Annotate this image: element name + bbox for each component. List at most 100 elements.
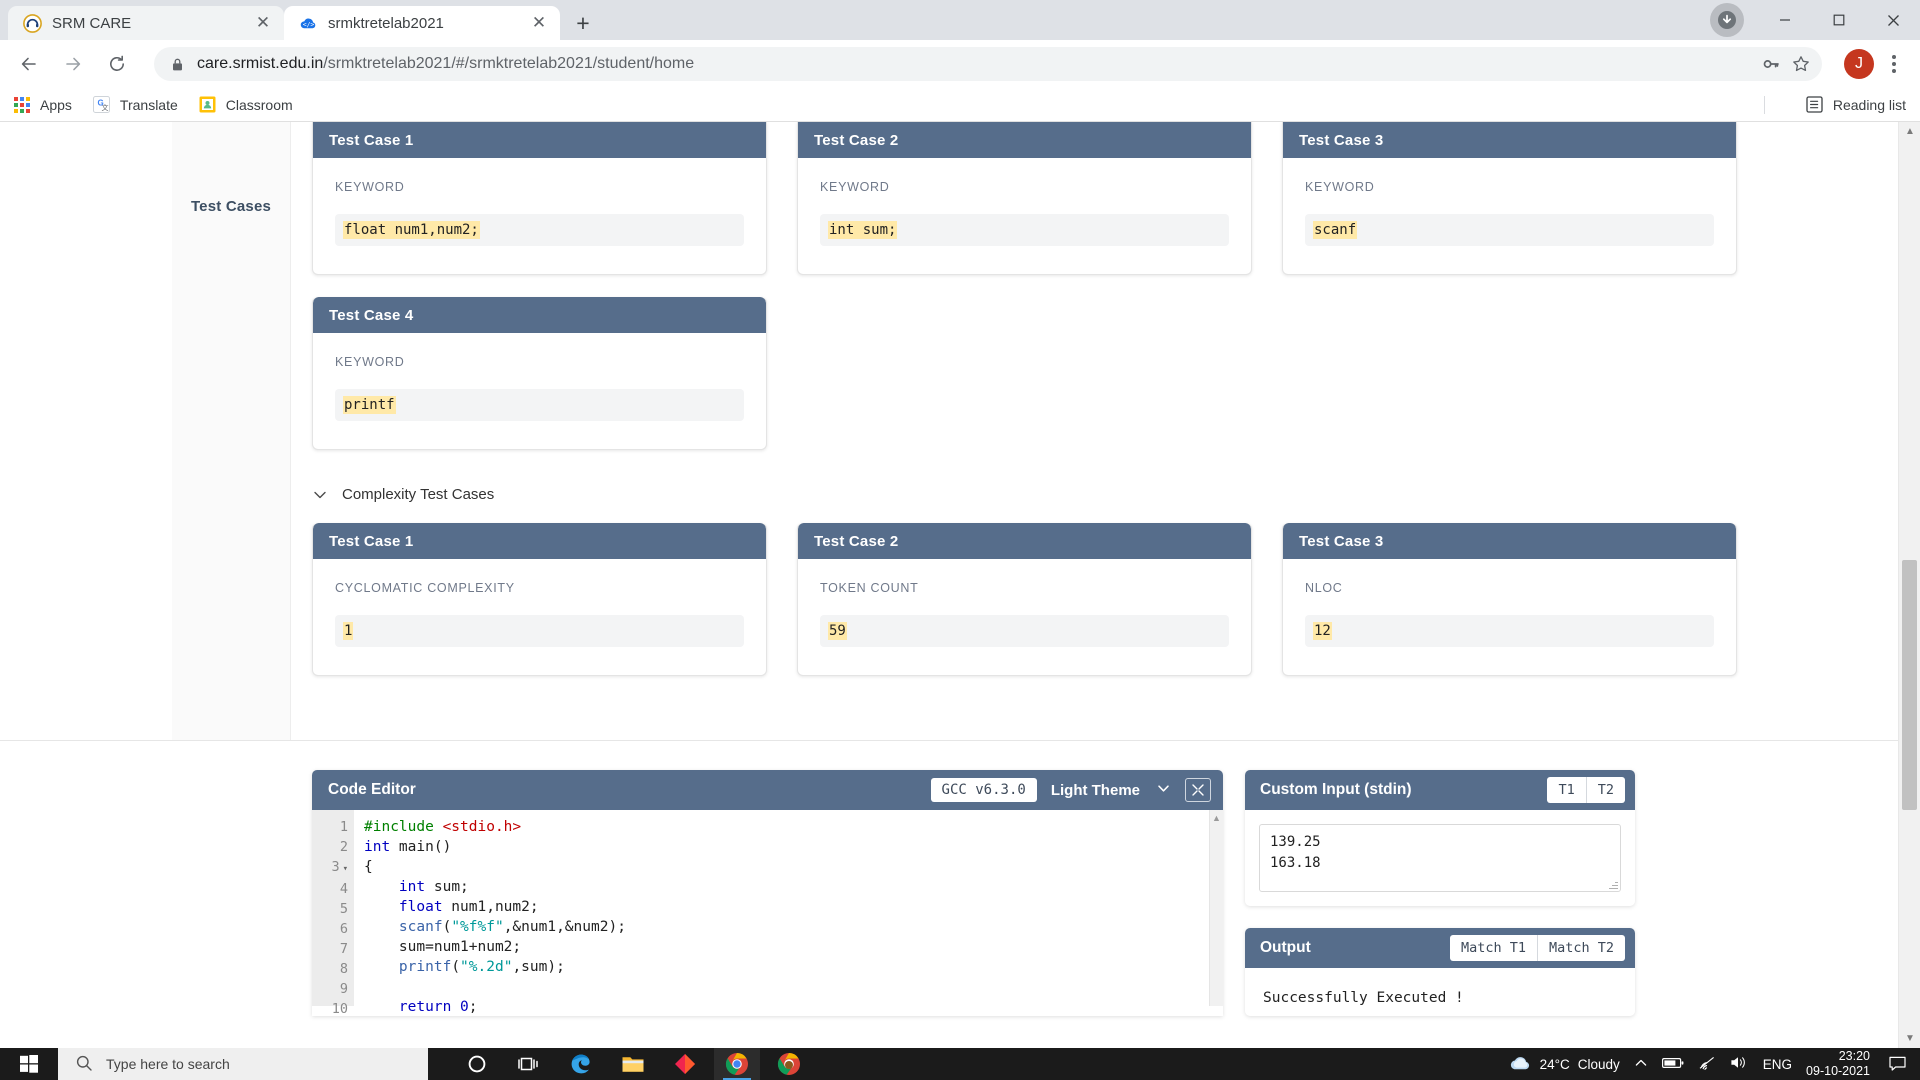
right-column: Custom Input (stdin) T1 T2 139.25 163.18 (1245, 770, 1635, 1016)
start-button-icon[interactable] (0, 1048, 58, 1080)
reload-icon[interactable] (100, 47, 134, 81)
browser-tab-srmktretelab2021[interactable]: </> srmktretelab2021 ✕ (284, 6, 560, 40)
keyword-test-case-row-2: Test Case 4 KEYWORD printf (290, 297, 1898, 450)
chrome-beta-icon[interactable] (766, 1048, 812, 1080)
page-content: Test Cases Test Case 1 KEYWORD float num… (0, 122, 1920, 1048)
notifications-icon[interactable] (1884, 1048, 1910, 1080)
tab-t1[interactable]: T1 (1547, 777, 1587, 803)
card-value: printf (343, 396, 396, 414)
keyword-test-case-card: Test Case 3 KEYWORD scanf (1282, 122, 1737, 275)
code-editor-body[interactable]: 123▾4567891011 #include <stdio.h> int ma… (312, 810, 1223, 1016)
scroll-down-icon[interactable]: ▼ (1905, 1033, 1915, 1044)
avatar[interactable]: J (1844, 49, 1874, 79)
chrome-menu-icon[interactable] (1880, 48, 1908, 80)
complexity-section-toggle[interactable]: Complexity Test Cases (290, 450, 1898, 523)
page-scrollbar[interactable]: ▲ ▼ (1898, 122, 1920, 1048)
address-bar[interactable]: care.srmist.edu.in/srmktretelab2021/#/sr… (154, 47, 1822, 81)
output-text: Successfully Executed ! (1263, 990, 1464, 1006)
match-t1-button[interactable]: Match T1 (1450, 935, 1538, 961)
browser-tab-srm-care[interactable]: SRM CARE ✕ (8, 6, 284, 40)
edge-icon[interactable] (558, 1048, 604, 1080)
card-sublabel: KEYWORD (335, 355, 405, 369)
diamond-app-icon[interactable] (662, 1048, 708, 1080)
cards-area: Test Case 1 KEYWORD float num1,num2; Tes… (290, 122, 1898, 676)
card-value: 59 (828, 622, 847, 640)
stdin-line-1: 139.25 (1270, 834, 1321, 850)
search-icon (76, 1055, 92, 1074)
scroll-up-icon[interactable]: ▲ (1905, 126, 1915, 137)
back-icon[interactable] (12, 47, 46, 81)
show-hidden-icons[interactable] (1634, 1056, 1648, 1073)
forward-icon[interactable] (56, 47, 90, 81)
editor-section: Code Editor GCC v6.3.0 Light Theme 1 2 3… (290, 770, 1898, 1016)
maximize-button[interactable] (1812, 0, 1866, 40)
custom-input-panel: Custom Input (stdin) T1 T2 139.25 163.18 (1245, 770, 1635, 906)
tab-t2[interactable]: T2 (1587, 777, 1625, 803)
card-sublabel: KEYWORD (1305, 180, 1375, 194)
output-header: Output Match T1 Match T2 (1245, 928, 1635, 968)
stdin-test-tabs: T1 T2 (1547, 777, 1625, 803)
complexity-section-title: Complexity Test Cases (342, 486, 495, 503)
stdin-textarea[interactable]: 139.25 163.18 (1259, 824, 1621, 892)
test-cases-section: Test Cases Test Case 1 KEYWORD float num… (0, 122, 1920, 1048)
match-t2-button[interactable]: Match T2 (1538, 935, 1625, 961)
bookmark-apps[interactable]: Apps (12, 95, 72, 115)
code-cloud-icon: </> (298, 13, 318, 33)
card-value: 12 (1313, 622, 1332, 640)
language-indicator[interactable]: ENG (1763, 1057, 1792, 1072)
browser-window: SRM CARE ✕ </> srmktretelab2021 ✕ + care… (0, 0, 1920, 1048)
stdin-line-2: 163.18 (1270, 855, 1321, 871)
resize-handle-icon[interactable] (1608, 880, 1618, 890)
new-tab-button[interactable]: + (566, 6, 600, 40)
card-sublabel: KEYWORD (335, 180, 405, 194)
download-cloud-icon[interactable] (1710, 3, 1744, 37)
editor-scrollbar[interactable]: ▲ (1209, 810, 1223, 1006)
volume-icon[interactable] (1730, 1055, 1749, 1073)
task-view-icon[interactable] (506, 1048, 552, 1080)
scroll-up-icon[interactable]: ▲ (1212, 813, 1221, 823)
code-editor-title: Code Editor (328, 781, 416, 798)
chrome-icon[interactable] (714, 1048, 760, 1080)
bookmark-translate[interactable]: G文 Translate (92, 95, 178, 115)
code-text[interactable]: #include <stdio.h> int main() { int sum;… (354, 810, 1209, 1015)
file-explorer-icon[interactable] (610, 1048, 656, 1080)
clock-time: 23:20 (1838, 1049, 1870, 1063)
card-title: Test Case 4 (313, 297, 766, 333)
complexity-test-case-card: Test Case 2 TOKEN COUNT 59 (797, 523, 1252, 676)
password-key-icon[interactable] (1756, 49, 1786, 79)
card-value-box: printf (335, 389, 744, 421)
srm-care-icon (22, 13, 42, 33)
tab-title: SRM CARE (52, 14, 132, 32)
keyword-test-case-row-1: Test Case 1 KEYWORD float num1,num2; Tes… (290, 122, 1898, 275)
reading-list-button[interactable]: Reading list (1805, 95, 1906, 115)
card-sublabel: KEYWORD (820, 180, 890, 194)
card-value: scanf (1313, 221, 1358, 239)
cortana-icon[interactable] (454, 1048, 500, 1080)
card-title: Test Case 1 (313, 523, 766, 559)
bookmarks-bar: Apps G文 Translate Classroom Reading list (0, 88, 1920, 122)
clock[interactable]: 23:20 09-10-2021 (1806, 1049, 1870, 1079)
card-value-box: float num1,num2; (335, 214, 744, 246)
window-controls (1710, 0, 1920, 40)
card-value: float num1,num2; (343, 221, 480, 239)
close-icon[interactable]: ✕ (528, 12, 550, 34)
expand-collapse-icon[interactable] (1185, 778, 1211, 802)
battery-icon[interactable] (1661, 1056, 1684, 1073)
bookmark-classroom[interactable]: Classroom (198, 95, 293, 115)
svg-text:文: 文 (102, 103, 109, 112)
close-icon[interactable]: ✕ (252, 12, 274, 34)
wifi-icon[interactable] (1698, 1056, 1716, 1073)
card-title: Test Case 3 (1283, 122, 1736, 158)
theme-select[interactable]: Light Theme (1051, 781, 1171, 800)
translate-icon: G文 (92, 95, 112, 115)
close-window-button[interactable] (1866, 0, 1920, 40)
weather-temp: 24°C (1539, 1056, 1570, 1072)
section-divider (0, 740, 1920, 741)
test-cases-label-column: Test Cases (172, 122, 290, 740)
minimize-button[interactable] (1758, 0, 1812, 40)
taskbar-search-input[interactable]: Type here to search (58, 1048, 428, 1080)
weather-widget[interactable]: 24°C Cloudy (1508, 1054, 1620, 1075)
scrollbar-thumb[interactable] (1902, 560, 1917, 810)
code-editor-header: Code Editor GCC v6.3.0 Light Theme (312, 770, 1223, 810)
bookmark-star-icon[interactable] (1786, 49, 1816, 79)
